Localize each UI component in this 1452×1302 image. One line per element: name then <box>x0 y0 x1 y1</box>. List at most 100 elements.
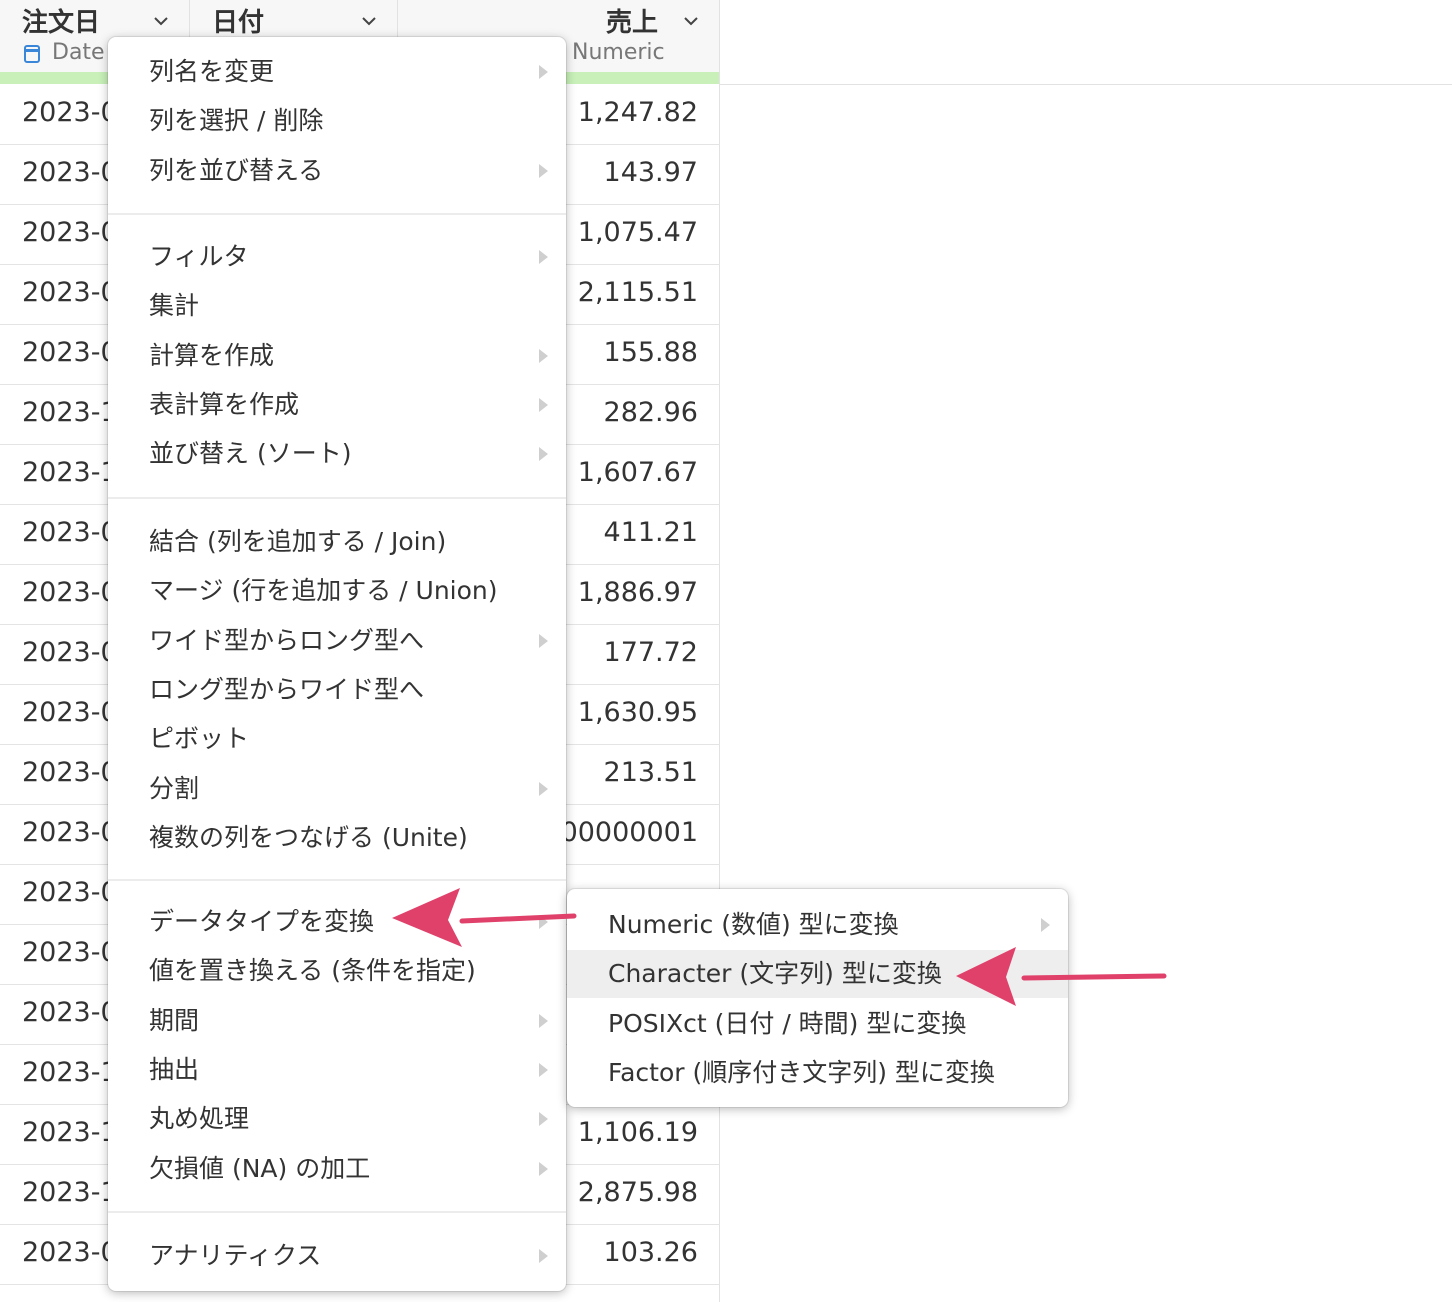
sales-cell: 2,115.51 <box>577 277 698 308</box>
order-date-cell: 2023-0 <box>22 757 118 788</box>
menu-item-label: 分割 <box>149 774 200 803</box>
sales-cell: 1,607.67 <box>577 457 698 488</box>
menu-item[interactable]: データタイプを変換 <box>108 898 566 946</box>
sales-cell: )00000001 <box>550 817 698 848</box>
menu-item[interactable]: 抽出 <box>108 1046 566 1094</box>
submenu-item-label: Numeric (数値) 型に変換 <box>608 910 899 939</box>
menu-item-label: ピボット <box>149 724 250 753</box>
menu-item[interactable]: 集計 <box>108 282 566 330</box>
submenu-arrow-icon <box>539 447 548 461</box>
menu-item[interactable]: 計算を作成 <box>108 332 566 380</box>
order-date-cell: 2023-0 <box>22 97 118 128</box>
order-date-cell: 2023-0 <box>22 517 118 548</box>
sales-cell: 282.96 <box>603 397 698 428</box>
order-date-cell: 2023-1 <box>22 1057 118 1088</box>
menu-item[interactable]: アナリティクス <box>108 1232 566 1280</box>
column-title: 日付 <box>212 8 265 38</box>
menu-item[interactable]: マージ (行を追加する / Union) <box>108 567 566 615</box>
submenu-arrow-icon <box>539 1249 548 1263</box>
order-date-cell: 2023-1 <box>22 457 118 488</box>
order-date-cell: 2023-0 <box>22 637 118 668</box>
menu-item-label: 表計算を作成 <box>149 390 300 419</box>
menu-item[interactable]: 並び替え (ソート) <box>108 430 566 478</box>
menu-item[interactable]: 値を置き換える (条件を指定) <box>108 947 566 995</box>
menu-item[interactable]: フィルタ <box>108 233 566 281</box>
submenu-item[interactable]: Character (文字列) 型に変換 <box>567 950 1068 998</box>
order-date-cell: 2023-0 <box>22 997 118 1028</box>
menu-item[interactable]: 分割 <box>108 765 566 813</box>
order-date-cell: 2023-0 <box>22 877 118 908</box>
submenu-item-label: POSIXct (日付 / 時間) 型に変換 <box>608 1009 967 1038</box>
menu-item[interactable]: ロング型からワイド型へ <box>108 666 566 714</box>
sales-cell: 213.51 <box>603 757 698 788</box>
menu-item[interactable]: 表計算を作成 <box>108 381 566 429</box>
submenu-arrow-icon <box>539 1162 548 1176</box>
order-date-cell: 2023-0 <box>22 817 118 848</box>
menu-item-label: 期間 <box>149 1006 200 1035</box>
chevron-down-icon[interactable] <box>362 14 376 28</box>
convert-type-submenu: Numeric (数値) 型に変換 Character (文字列) 型に変換 POS… <box>567 889 1068 1107</box>
submenu-arrow-icon <box>1041 918 1050 932</box>
sales-cell: 143.97 <box>603 157 698 188</box>
menu-item[interactable]: ワイド型からロング型へ <box>108 617 566 665</box>
submenu-arrow-icon <box>539 65 548 79</box>
menu-item[interactable]: 期間 <box>108 997 566 1045</box>
menu-item[interactable]: 列を並び替える <box>108 147 566 195</box>
menu-item[interactable]: 丸め処理 <box>108 1095 566 1143</box>
menu-item-label: 値を置き換える (条件を指定) <box>149 956 476 985</box>
menu-item-label: 複数の列をつなげる (Unite) <box>149 823 468 852</box>
sales-cell: 1,075.47 <box>577 217 698 248</box>
submenu-item[interactable]: Numeric (数値) 型に変換 <box>567 901 1068 949</box>
menu-item-label: 計算を作成 <box>149 341 275 370</box>
submenu-item[interactable]: Factor (順序付き文字列) 型に変換 <box>567 1049 1068 1097</box>
menu-item-label: 並び替え (ソート) <box>149 439 352 468</box>
submenu-arrow-icon <box>539 915 548 929</box>
order-date-cell: 2023-1 <box>22 1177 118 1208</box>
menu-item[interactable]: 複数の列をつなげる (Unite) <box>108 814 566 862</box>
sales-cell: 103.26 <box>603 1237 698 1268</box>
menu-separator <box>108 879 566 881</box>
submenu-arrow-icon <box>539 1112 548 1126</box>
order-date-cell: 2023-0 <box>22 277 118 308</box>
column-title: 注文日 <box>22 8 101 38</box>
menu-item-label: 列を選択 / 削除 <box>149 106 324 135</box>
menu-separator <box>108 213 566 215</box>
menu-item-label: フィルタ <box>149 242 249 271</box>
menu-item[interactable]: 列名を変更 <box>108 48 566 96</box>
order-date-cell: 2023-1 <box>22 397 118 428</box>
menu-item[interactable]: ピボット <box>108 715 566 763</box>
menu-item[interactable]: 列を選択 / 削除 <box>108 97 566 145</box>
sales-cell: 1,886.97 <box>577 577 698 608</box>
submenu-arrow-icon <box>539 782 548 796</box>
menu-item-label: 結合 (列を追加する / Join) <box>149 527 447 556</box>
sales-cell: 155.88 <box>603 337 698 368</box>
order-date-cell: 2023-0 <box>22 697 118 728</box>
menu-item-label: 列名を変更 <box>149 57 275 86</box>
column-context-menu: 列名を変更列を選択 / 削除列を並び替えるフィルタ集計計算を作成表計算を作成並び… <box>108 37 566 1291</box>
submenu-arrow-icon <box>539 164 548 178</box>
submenu-arrow-icon <box>539 250 548 264</box>
order-date-cell: 2023-0 <box>22 1237 118 1268</box>
chevron-down-icon[interactable] <box>154 14 168 28</box>
menu-item-label: マージ (行を追加する / Union) <box>149 576 498 605</box>
sales-cell: 2,875.98 <box>577 1177 698 1208</box>
submenu-item-label: Character (文字列) 型に変換 <box>608 959 942 988</box>
submenu-arrow-icon <box>539 1063 548 1077</box>
menu-separator <box>108 1211 566 1213</box>
order-date-cell: 2023-0 <box>22 337 118 368</box>
menu-item-label: データタイプを変換 <box>149 907 375 936</box>
submenu-arrow-icon <box>539 349 548 363</box>
menu-item-label: 集計 <box>149 291 200 320</box>
menu-item-label: アナリティクス <box>149 1241 322 1270</box>
order-date-cell: 2023-0 <box>22 217 118 248</box>
submenu-item-label: Factor (順序付き文字列) 型に変換 <box>608 1058 995 1087</box>
menu-item[interactable]: 結合 (列を追加する / Join) <box>108 518 566 566</box>
submenu-item[interactable]: POSIXct (日付 / 時間) 型に変換 <box>567 1000 1068 1048</box>
menu-item[interactable]: 欠損値 (NA) の加工 <box>108 1145 566 1193</box>
column-type: Numeric <box>572 40 665 65</box>
order-date-cell: 2023-0 <box>22 937 118 968</box>
chevron-down-icon[interactable] <box>684 14 698 28</box>
order-date-cell: 2023-0 <box>22 157 118 188</box>
menu-item-label: ロング型からワイド型へ <box>149 675 425 704</box>
menu-item-label: 丸め処理 <box>149 1104 250 1133</box>
